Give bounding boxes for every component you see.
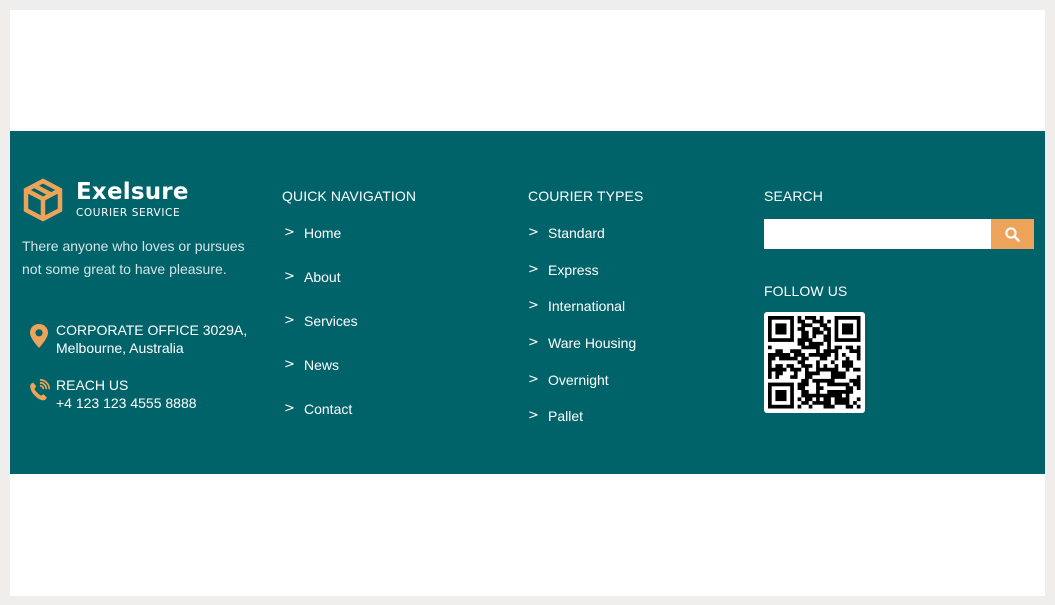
chevron-right-icon: > (284, 225, 295, 240)
qr-code-icon (767, 315, 861, 409)
reach-info: REACH US +4 123 123 4555 8888 (56, 376, 266, 412)
phone-number[interactable]: +4 123 123 4555 8888 (56, 394, 266, 412)
location-pin-icon (30, 324, 48, 348)
search-heading: SEARCH (764, 188, 823, 204)
brand-tagline: COURIER SERVICE (76, 207, 181, 219)
office-address: CORPORATE OFFICE 3029A, Melbourne, Austr… (56, 321, 266, 357)
qr-code[interactable] (764, 312, 865, 413)
brand-logo[interactable]: Exelsure COURIER SERVICE (23, 177, 253, 223)
chevron-right-icon: > (528, 261, 539, 277)
cube-logo-icon (23, 178, 63, 222)
phone-icon (30, 378, 50, 401)
reach-label: REACH US (56, 377, 129, 393)
about-text: There anyone who loves or pursues not so… (22, 238, 245, 277)
site-footer: Exelsure COURIER SERVICE There anyone wh… (10, 131, 1045, 474)
search-button[interactable] (991, 219, 1034, 249)
chevron-right-icon: > (284, 269, 295, 284)
chevron-right-icon: > (528, 408, 539, 424)
follow-heading: FOLLOW US (764, 283, 848, 299)
brand-name: Exelsure (76, 179, 189, 205)
quick-nav-heading: QUICK NAVIGATION (282, 188, 417, 204)
search-input[interactable] (764, 219, 991, 249)
chevron-right-icon: > (528, 335, 539, 351)
chevron-right-icon: > (528, 371, 539, 387)
chevron-right-icon: > (284, 313, 295, 328)
page: Exelsure COURIER SERVICE There anyone wh… (10, 10, 1045, 596)
search-icon (1005, 227, 1020, 242)
chevron-right-icon: > (528, 225, 539, 240)
courier-types-heading: COURIER TYPES (528, 188, 644, 204)
office-line2: Melbourne, Australia (56, 340, 184, 356)
chevron-right-icon: > (284, 357, 295, 372)
office-line1: CORPORATE OFFICE 3029A, (56, 322, 248, 338)
chevron-right-icon: > (284, 401, 295, 416)
chevron-right-icon: > (528, 298, 539, 314)
